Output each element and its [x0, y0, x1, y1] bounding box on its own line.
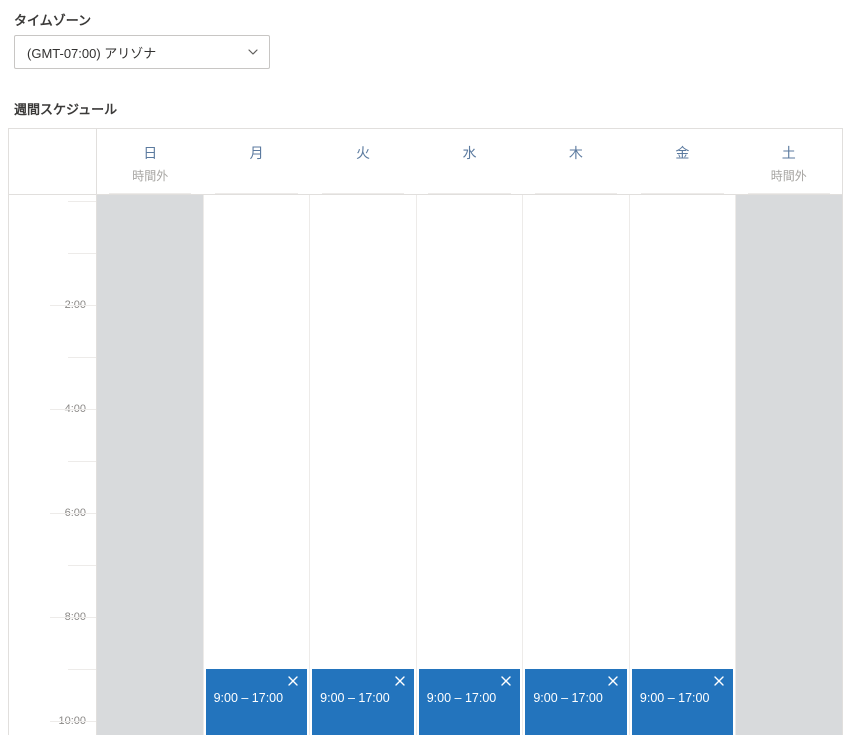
schedule-event[interactable]: 9:00 – 17:00 [525, 669, 627, 735]
day-column[interactable] [97, 195, 204, 735]
day-header: 月 [203, 129, 309, 194]
day-name: 月 [203, 143, 309, 163]
day-name: 土 [736, 143, 842, 163]
day-subtitle: 時間外 [97, 167, 203, 184]
day-name: 火 [310, 143, 416, 163]
timezone-value: (GMT-07:00) アリゾナ [27, 43, 156, 62]
schedule-event[interactable]: 9:00 – 17:00 [206, 669, 308, 735]
day-header: 金 [629, 129, 735, 194]
day-column[interactable] [736, 195, 842, 735]
schedule-event[interactable]: 9:00 – 17:00 [312, 669, 414, 735]
day-header: 木 [523, 129, 629, 194]
day-header: 土時間外 [736, 129, 842, 194]
schedule-label: 週間スケジュール [14, 99, 851, 118]
schedule-body: 2:004:006:008:0010:00 9:00 – 17:00 9:00 –… [9, 195, 842, 735]
day-column[interactable]: 9:00 – 17:00 [630, 195, 737, 735]
close-icon[interactable] [287, 675, 301, 689]
close-icon[interactable] [500, 675, 514, 689]
chevron-down-icon [247, 46, 259, 58]
close-icon[interactable] [607, 675, 621, 689]
day-name: 日 [97, 143, 203, 163]
event-time-range: 9:00 – 17:00 [320, 691, 406, 705]
day-header: 日時間外 [97, 129, 203, 194]
day-name: 水 [416, 143, 522, 163]
timezone-label: タイムゾーン [14, 10, 851, 29]
close-icon[interactable] [394, 675, 408, 689]
day-subtitle: 時間外 [736, 167, 842, 184]
event-time-range: 9:00 – 17:00 [640, 691, 726, 705]
day-header: 火 [310, 129, 416, 194]
event-time-range: 9:00 – 17:00 [427, 691, 513, 705]
schedule-event[interactable]: 9:00 – 17:00 [419, 669, 521, 735]
schedule-header-row: 日時間外月火水木金土時間外 [9, 129, 842, 195]
day-column[interactable]: 9:00 – 17:00 [523, 195, 630, 735]
time-column: 2:004:006:008:0010:00 [9, 195, 97, 735]
schedule-grid: 日時間外月火水木金土時間外 2:004:006:008:0010:00 9:00… [8, 128, 843, 735]
timezone-select[interactable]: (GMT-07:00) アリゾナ [14, 35, 270, 69]
event-time-range: 9:00 – 17:00 [214, 691, 300, 705]
day-header: 水 [416, 129, 522, 194]
day-column[interactable]: 9:00 – 17:00 [310, 195, 417, 735]
day-name: 木 [523, 143, 629, 163]
day-column[interactable]: 9:00 – 17:00 [417, 195, 524, 735]
day-name: 金 [629, 143, 735, 163]
close-icon[interactable] [713, 675, 727, 689]
event-time-range: 9:00 – 17:00 [533, 691, 619, 705]
day-column[interactable]: 9:00 – 17:00 [204, 195, 311, 735]
time-column-header [9, 129, 97, 194]
schedule-event[interactable]: 9:00 – 17:00 [632, 669, 734, 735]
